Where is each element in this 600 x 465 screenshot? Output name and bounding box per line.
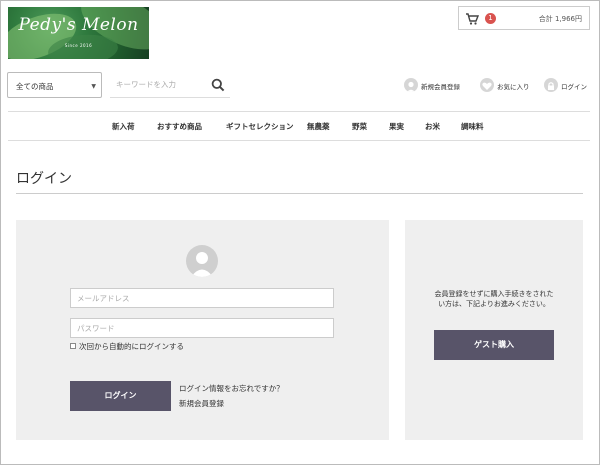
logo-text: Pedy's Melon xyxy=(18,15,139,35)
heart-icon xyxy=(480,78,494,92)
register-link-label: 新規会員登録 xyxy=(421,83,460,91)
cart-button[interactable]: 1 合計 1,966円 xyxy=(458,6,590,30)
title-divider xyxy=(16,193,583,194)
cart-count-badge: 1 xyxy=(485,13,496,24)
guest-description: 会員登録をせずに購入手続きをされたい方は、下記よりお進みください。 xyxy=(434,290,554,308)
login-button[interactable]: ログイン xyxy=(70,381,171,411)
page-title: ログイン xyxy=(16,171,72,187)
cart-total: 合計 1,966円 xyxy=(538,15,582,23)
cart-icon xyxy=(466,13,479,25)
nav-item-recommended[interactable]: おすすめ商品 xyxy=(157,121,202,132)
logo-subtitle: Since 2016 xyxy=(64,43,93,48)
nav-item-gift[interactable]: ギフトセレクション xyxy=(226,121,294,132)
nav-item-rice[interactable]: お米 xyxy=(425,121,440,132)
nav-item-fruits[interactable]: 果実 xyxy=(389,121,404,132)
guest-checkout-button[interactable]: ゲスト購入 xyxy=(434,330,554,360)
nav-item-vegetables[interactable]: 野菜 xyxy=(352,121,367,132)
avatar-icon xyxy=(186,245,218,277)
nav-item-organic[interactable]: 無農薬 xyxy=(307,121,330,132)
chevron-down-icon: ▼ xyxy=(91,83,96,90)
category-select[interactable]: 全ての商品 ▼ xyxy=(7,72,102,98)
checkbox-icon[interactable] xyxy=(70,343,76,349)
user-icon xyxy=(404,78,418,92)
search-icon[interactable] xyxy=(211,78,225,92)
category-select-value: 全ての商品 xyxy=(16,82,54,91)
email-field[interactable] xyxy=(70,288,334,308)
register-member-link[interactable]: 新規会員登録 xyxy=(179,398,224,409)
login-link-label: ログイン xyxy=(561,83,587,91)
favorites-link-label: お気に入り xyxy=(497,83,530,91)
lock-icon xyxy=(544,78,558,92)
password-field[interactable] xyxy=(70,318,334,338)
nav-divider xyxy=(8,140,590,141)
remember-me-label: 次回から自動的にログインする xyxy=(79,342,184,351)
nav-item-new-arrivals[interactable]: 新入荷 xyxy=(112,121,135,132)
header-divider xyxy=(8,111,590,112)
logo[interactable]: Pedy's Melon Since 2016 xyxy=(8,7,149,59)
forgot-password-link[interactable]: ログイン情報をお忘れですか？ xyxy=(179,383,284,394)
nav-item-seasonings[interactable]: 調味料 xyxy=(461,121,484,132)
